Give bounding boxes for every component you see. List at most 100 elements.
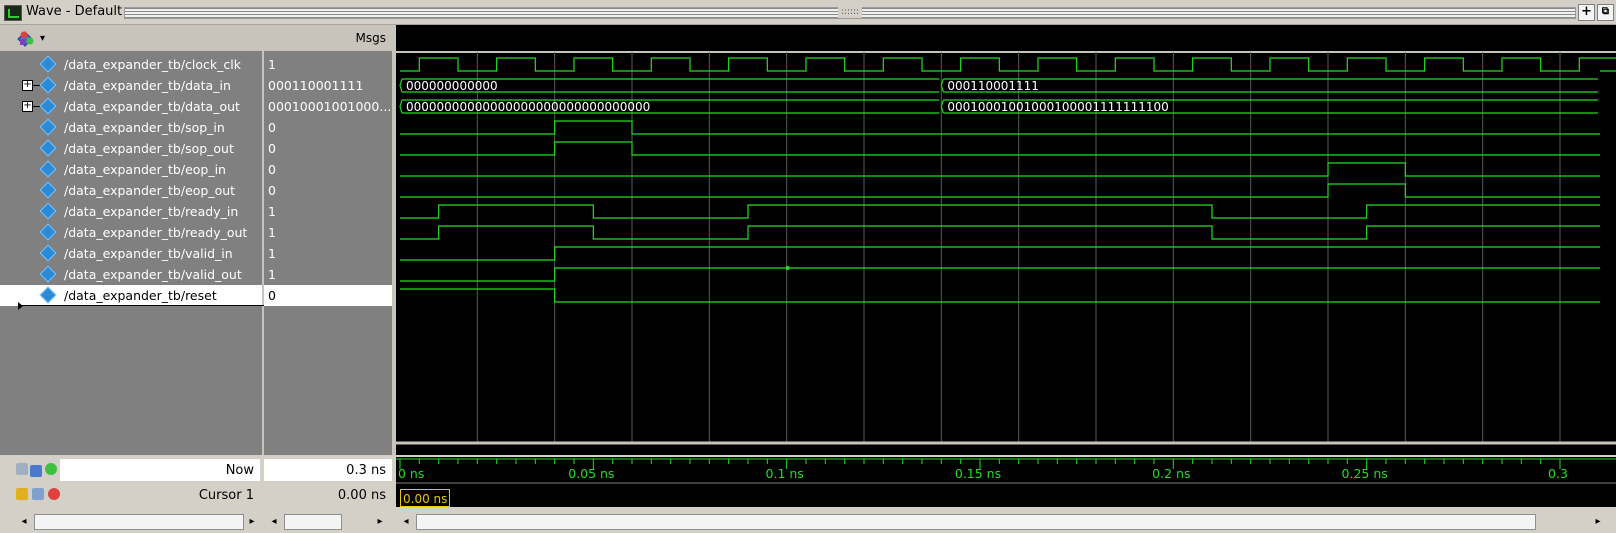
wave-window-icon xyxy=(4,5,22,21)
insertion-marker-icon xyxy=(18,302,23,310)
time-ruler[interactable]: 0 ns 0.05 ns 0.1 ns 0.15 ns 0.2 ns 0.25 ns 0.3 xyxy=(396,457,1616,507)
signal-waveform[interactable] xyxy=(400,225,1600,240)
signal-value: 1 xyxy=(264,201,392,222)
signal-waveform[interactable] xyxy=(400,162,1600,177)
value-pane-header: Msgs xyxy=(264,25,392,52)
signal-value: 0 xyxy=(264,117,392,138)
scroll-right-arrow-icon[interactable]: ▸ xyxy=(372,514,388,530)
signal-waveform[interactable] xyxy=(400,183,1600,198)
chevron-down-icon[interactable]: ▾ xyxy=(40,33,45,44)
dock-plus-button[interactable]: + xyxy=(1578,4,1595,21)
signal-value-text: 1 xyxy=(268,225,276,240)
signal-value: 0 xyxy=(264,159,392,180)
signal-name: /data_expander_tb/reset xyxy=(64,288,217,303)
ruler-label: 0.15 ns xyxy=(955,466,1001,481)
signal-row[interactable]: +/data_expander_tb/data_in xyxy=(0,75,262,96)
now-value-cell: 0.3 ns xyxy=(264,459,392,481)
signal-row[interactable]: /data_expander_tb/sop_out xyxy=(0,138,262,159)
wave-marker xyxy=(785,266,790,270)
waveform-canvas[interactable]: 000000000000 000110001111 0000000000000000… xyxy=(396,51,1616,455)
signal-value: 1 xyxy=(264,222,392,243)
msgs-header: Msgs xyxy=(355,31,386,45)
signal-name: /data_expander_tb/data_in xyxy=(64,78,231,93)
signal-diamond-icon xyxy=(39,76,57,94)
signal-name: /data_expander_tb/ready_in xyxy=(64,204,239,219)
signal-diamond-icon xyxy=(39,244,57,262)
signal-waveform[interactable] xyxy=(400,141,1600,156)
monitor-icon[interactable] xyxy=(30,465,42,477)
now-value: 0.3 ns xyxy=(346,463,386,478)
ruler-label: 0.1 ns xyxy=(766,466,804,481)
signal-name: /data_expander_tb/sop_in xyxy=(64,120,225,135)
scroll-left-arrow-icon[interactable]: ◂ xyxy=(398,514,414,530)
signal-row[interactable]: /data_expander_tb/sop_in xyxy=(0,117,262,138)
wave-pane-scrollbar[interactable] xyxy=(416,514,1536,530)
lock-icon[interactable] xyxy=(16,488,28,500)
signal-name: /data_expander_tb/clock_clk xyxy=(64,57,242,72)
signal-waveform[interactable] xyxy=(400,288,1600,303)
signal-row[interactable]: /data_expander_tb/reset xyxy=(0,285,262,306)
ruler-label: 0.25 ns xyxy=(1342,466,1388,481)
signal-diamond-icon xyxy=(39,202,57,220)
add-icon[interactable] xyxy=(45,463,57,475)
signal-name: /data_expander_tb/sop_out xyxy=(64,141,234,156)
signal-value-text: 0 xyxy=(268,120,276,135)
signal-name: /data_expander_tb/valid_in xyxy=(64,246,233,261)
signal-value-text: 0 xyxy=(268,141,276,156)
now-label: Now xyxy=(225,463,254,478)
scroll-right-arrow-icon[interactable]: ▸ xyxy=(1590,514,1606,530)
undock-button[interactable]: ⧉ xyxy=(1597,4,1614,21)
scrollbar-row: ◂ ▸ ◂ ▸ ◂ ▸ xyxy=(0,511,1616,533)
signal-row[interactable]: /data_expander_tb/eop_in xyxy=(0,159,262,180)
signal-pane-header: ▾ xyxy=(0,25,262,52)
signal-name: /data_expander_tb/ready_out xyxy=(64,225,248,240)
ruler-label: 0.3 xyxy=(1548,466,1568,481)
grip-handle-icon[interactable]: :::::: xyxy=(838,6,862,18)
signal-row[interactable]: /data_expander_tb/clock_clk xyxy=(0,54,262,75)
signal-value: 0 xyxy=(264,138,392,159)
signal-row[interactable]: /data_expander_tb/eop_out xyxy=(0,180,262,201)
cursor-value: 0.00 ns xyxy=(337,488,386,503)
signal-value-text: 1 xyxy=(268,246,276,261)
signal-diamond-icon xyxy=(39,55,57,73)
signal-row[interactable]: /data_expander_tb/valid_in xyxy=(0,243,262,264)
signal-diamond-icon xyxy=(39,265,57,283)
signal-value-text: 1 xyxy=(268,57,276,72)
signal-diamond-icon xyxy=(39,118,57,136)
ruler-label: 0.05 ns xyxy=(568,466,614,481)
signal-value-text: 0 xyxy=(268,162,276,177)
scroll-right-arrow-icon[interactable]: ▸ xyxy=(244,514,260,530)
signal-name: /data_expander_tb/data_out xyxy=(64,99,240,114)
cursor-value-cell: 0.00 ns xyxy=(264,484,392,506)
remove-cursor-icon[interactable] xyxy=(48,488,60,500)
signal-diamond-icon xyxy=(39,181,57,199)
signal-waveform[interactable] xyxy=(400,267,1600,282)
signal-waveform[interactable] xyxy=(400,120,1600,135)
signal-row[interactable]: /data_expander_tb/valid_out xyxy=(0,264,262,285)
layout-tool-icon[interactable]: ▾ xyxy=(16,29,45,47)
signal-row[interactable]: +/data_expander_tb/data_out xyxy=(0,96,262,117)
signal-waveform[interactable] xyxy=(400,204,1600,219)
bus-waveform[interactable] xyxy=(940,78,1598,93)
signal-diamond-icon xyxy=(39,286,57,304)
signal-name: /data_expander_tb/eop_out xyxy=(64,183,236,198)
signal-diamond-icon xyxy=(39,97,57,115)
signal-row[interactable]: /data_expander_tb/ready_in xyxy=(0,201,262,222)
cursor-readout[interactable]: 0.00 ns xyxy=(400,489,450,507)
signal-value: 1 xyxy=(264,264,392,285)
bus-value-label: 000000000000 xyxy=(406,79,498,93)
signal-value-text: 000110001111 xyxy=(268,78,364,93)
scroll-left-arrow-icon[interactable]: ◂ xyxy=(16,514,32,530)
bus-value-label: 00000000000000000000000000000000 xyxy=(406,100,650,114)
name-pane-scrollbar[interactable] xyxy=(34,514,244,530)
signal-waveform[interactable] xyxy=(400,57,1616,72)
cursor-label-cell: Cursor 1 xyxy=(60,484,260,506)
signal-row[interactable]: /data_expander_tb/ready_out xyxy=(0,222,262,243)
scroll-left-arrow-icon[interactable]: ◂ xyxy=(266,514,282,530)
cursor-label[interactable]: Cursor 1 xyxy=(199,488,254,503)
edit-cursor-icon[interactable] xyxy=(32,488,44,500)
signal-value-text: 1 xyxy=(268,267,276,282)
value-pane-scrollbar[interactable] xyxy=(284,514,342,530)
signal-waveform[interactable] xyxy=(400,246,1600,261)
now-tool-icon[interactable] xyxy=(16,463,28,475)
